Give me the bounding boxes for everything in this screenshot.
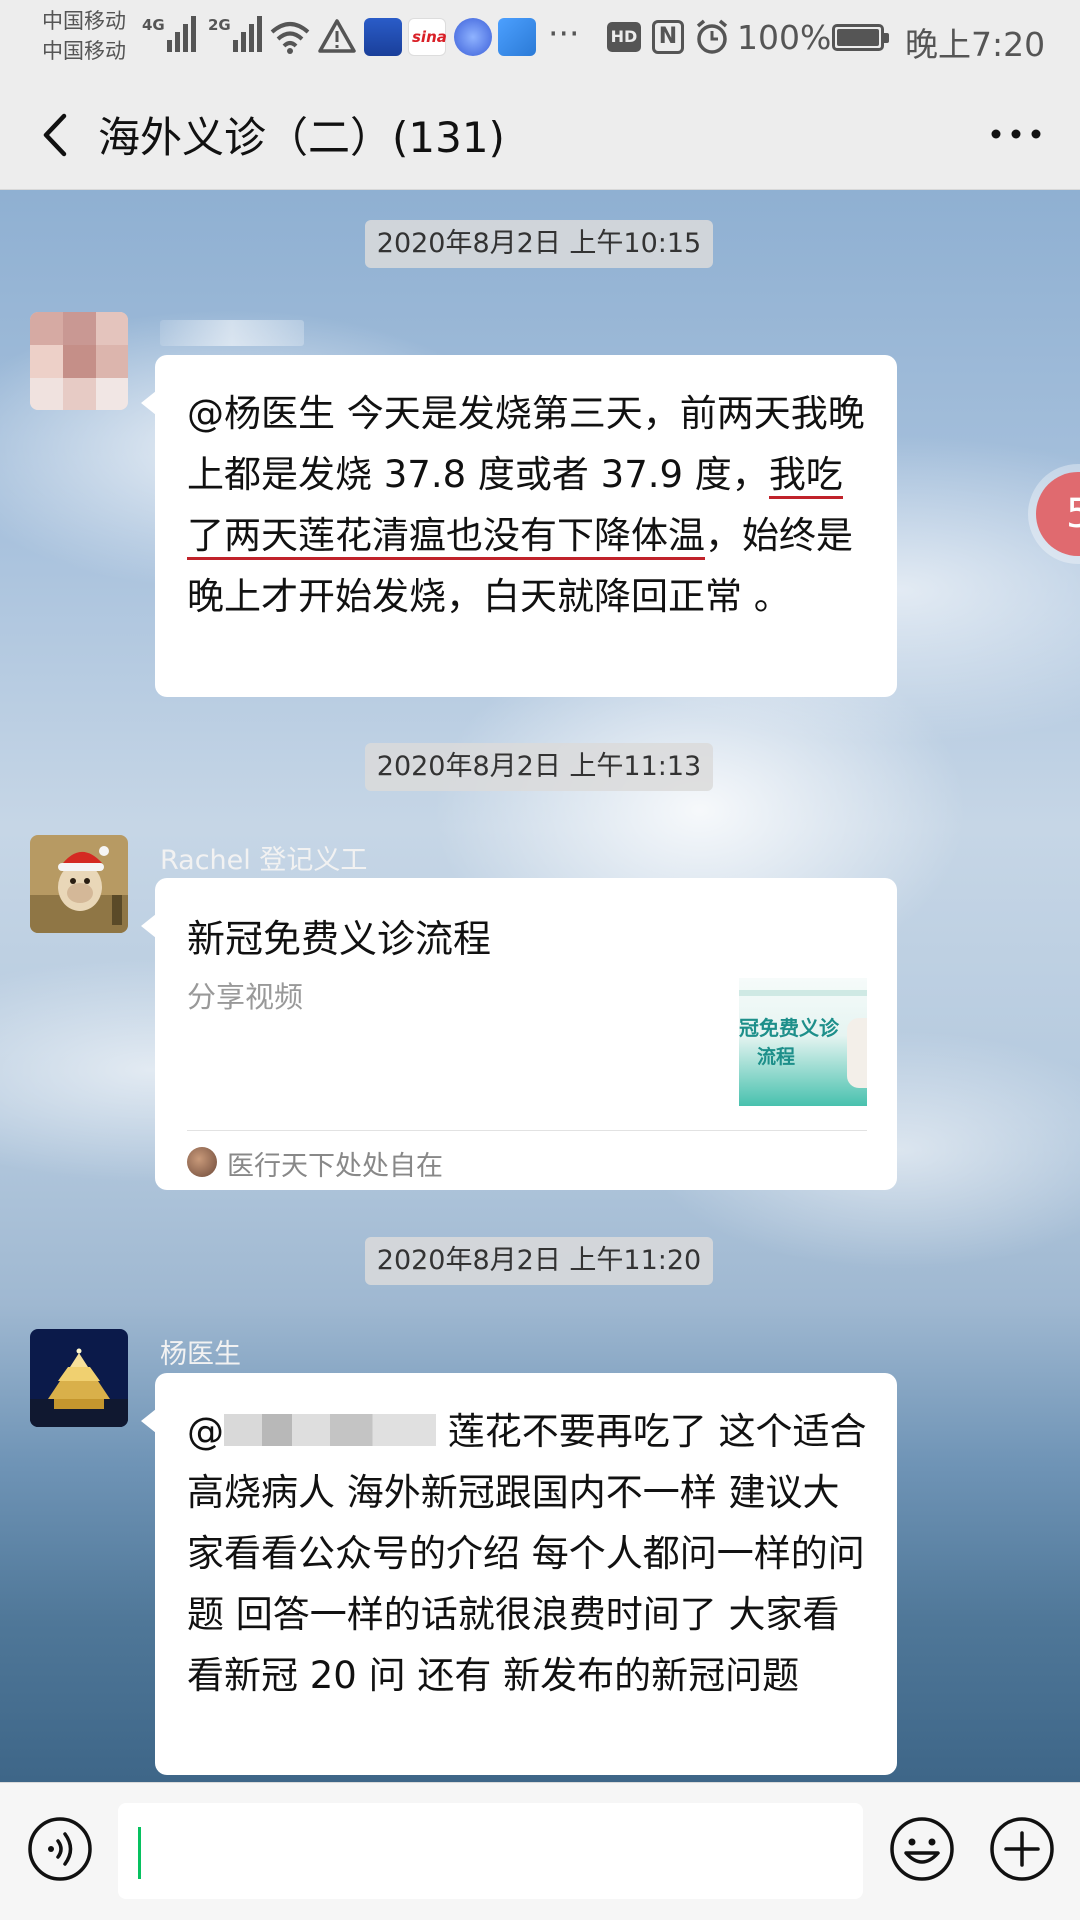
sender-name: Rachel 登记义工 bbox=[160, 845, 368, 876]
clock: 晚上7:20 bbox=[905, 25, 1046, 64]
chat-title: 海外义诊（二）(131) bbox=[98, 113, 505, 162]
sender-name: 杨医生 bbox=[160, 1339, 241, 1370]
carrier-2: 中国移动 bbox=[42, 39, 126, 63]
floating-badge[interactable]: 5 bbox=[1036, 472, 1080, 556]
voice-icon[interactable] bbox=[26, 1815, 94, 1883]
alarm-icon bbox=[696, 19, 728, 54]
message-bubble[interactable]: @杨医生 今天是发烧第三天，前两天我晚上都是发烧 37.8 度或者 37.9 度… bbox=[141, 355, 897, 697]
monkey-santa-avatar-image bbox=[30, 835, 128, 933]
bird-app-icon bbox=[498, 18, 536, 56]
signal-2g-icon: 2G bbox=[208, 16, 262, 52]
video-thumbnail: 冠免费义诊 流程 bbox=[739, 978, 867, 1106]
hd-icon: HD bbox=[607, 22, 641, 52]
plus-icon[interactable] bbox=[988, 1815, 1056, 1883]
message-bubble[interactable]: @ 莲花不要再吃了 这个适合高烧病人 海外新冠跟国内不一样 建议大家看看公众号的… bbox=[141, 1373, 897, 1775]
status-bar: 中国移动 中国移动 4G 2G sina ··· HD N 100% 晚上7:2… bbox=[0, 0, 1080, 80]
card-title: 新冠免费义诊流程 bbox=[187, 917, 492, 961]
video-share-card[interactable]: 新冠免费义诊流程 分享视频 冠免费义诊 流程 医行天下处处自在 bbox=[141, 878, 897, 1190]
card-divider bbox=[187, 1130, 867, 1131]
mention-prefix: @ bbox=[187, 1410, 224, 1453]
music-app-icon bbox=[454, 18, 492, 56]
avatar[interactable] bbox=[30, 1329, 128, 1427]
avatar[interactable] bbox=[30, 312, 128, 410]
thumbnail-title: 冠免费义诊 bbox=[739, 1016, 839, 1040]
more-dots-icon[interactable] bbox=[986, 114, 1046, 154]
battery-percent: 100% bbox=[737, 18, 832, 57]
nfc-icon: N bbox=[652, 20, 684, 54]
thumbnail-subtitle: 流程 bbox=[757, 1046, 796, 1068]
autohome-app-icon bbox=[364, 18, 402, 56]
card-source: 医行天下处处自在 bbox=[227, 1151, 443, 1182]
carrier-1: 中国移动 bbox=[42, 9, 126, 33]
text-caret bbox=[138, 1827, 141, 1879]
input-bar bbox=[0, 1782, 1080, 1920]
timestamp: 2020年8月2日 上午10:15 bbox=[365, 220, 713, 268]
blurred-avatar-image bbox=[30, 312, 128, 410]
card-subtitle: 分享视频 bbox=[187, 980, 304, 1014]
chat-header: 海外义诊（二）(131) bbox=[0, 80, 1080, 190]
sina-app-icon: sina bbox=[408, 18, 447, 56]
back-arrow-icon[interactable] bbox=[32, 108, 82, 162]
message-input[interactable] bbox=[118, 1803, 863, 1899]
source-avatar-icon bbox=[187, 1147, 217, 1177]
battery-icon bbox=[832, 24, 889, 51]
avatar[interactable] bbox=[30, 835, 128, 933]
timestamp: 2020年8月2日 上午11:20 bbox=[365, 1237, 713, 1285]
sender-name-redacted bbox=[160, 320, 304, 346]
chat-area[interactable]: 2020年8月2日 上午10:15 @杨医生 今天是发烧第三天，前两天我晚上都是… bbox=[0, 190, 1080, 1782]
emoji-icon[interactable] bbox=[888, 1815, 956, 1883]
message-text-part: @杨医生 今天是发烧第三天，前两天我晚上都是发烧 37.8 度或者 37.9 度… bbox=[187, 392, 865, 496]
redacted-mention bbox=[224, 1414, 436, 1446]
more-notifications: ··· bbox=[548, 14, 580, 53]
alert-icon bbox=[318, 19, 356, 53]
network-type-2: 2G bbox=[208, 16, 231, 34]
network-type-1: 4G bbox=[142, 16, 165, 34]
message-text: @ 莲花不要再吃了 这个适合高烧病人 海外新冠跟国内不一样 建议大家看看公众号的… bbox=[155, 1373, 897, 1706]
message-text-part: 莲花不要再吃了 这个适合高烧病人 海外新冠跟国内不一样 建议大家看看公众号的介绍… bbox=[187, 1410, 867, 1697]
timestamp: 2020年8月2日 上午11:13 bbox=[365, 743, 713, 791]
carrier-info: 中国移动 中国移动 bbox=[42, 6, 126, 66]
message-text: @杨医生 今天是发烧第三天，前两天我晚上都是发烧 37.8 度或者 37.9 度… bbox=[155, 355, 897, 627]
signal-4g-icon: 4G bbox=[142, 16, 196, 52]
wifi-icon bbox=[270, 22, 310, 54]
temple-night-avatar-image bbox=[30, 1329, 128, 1427]
